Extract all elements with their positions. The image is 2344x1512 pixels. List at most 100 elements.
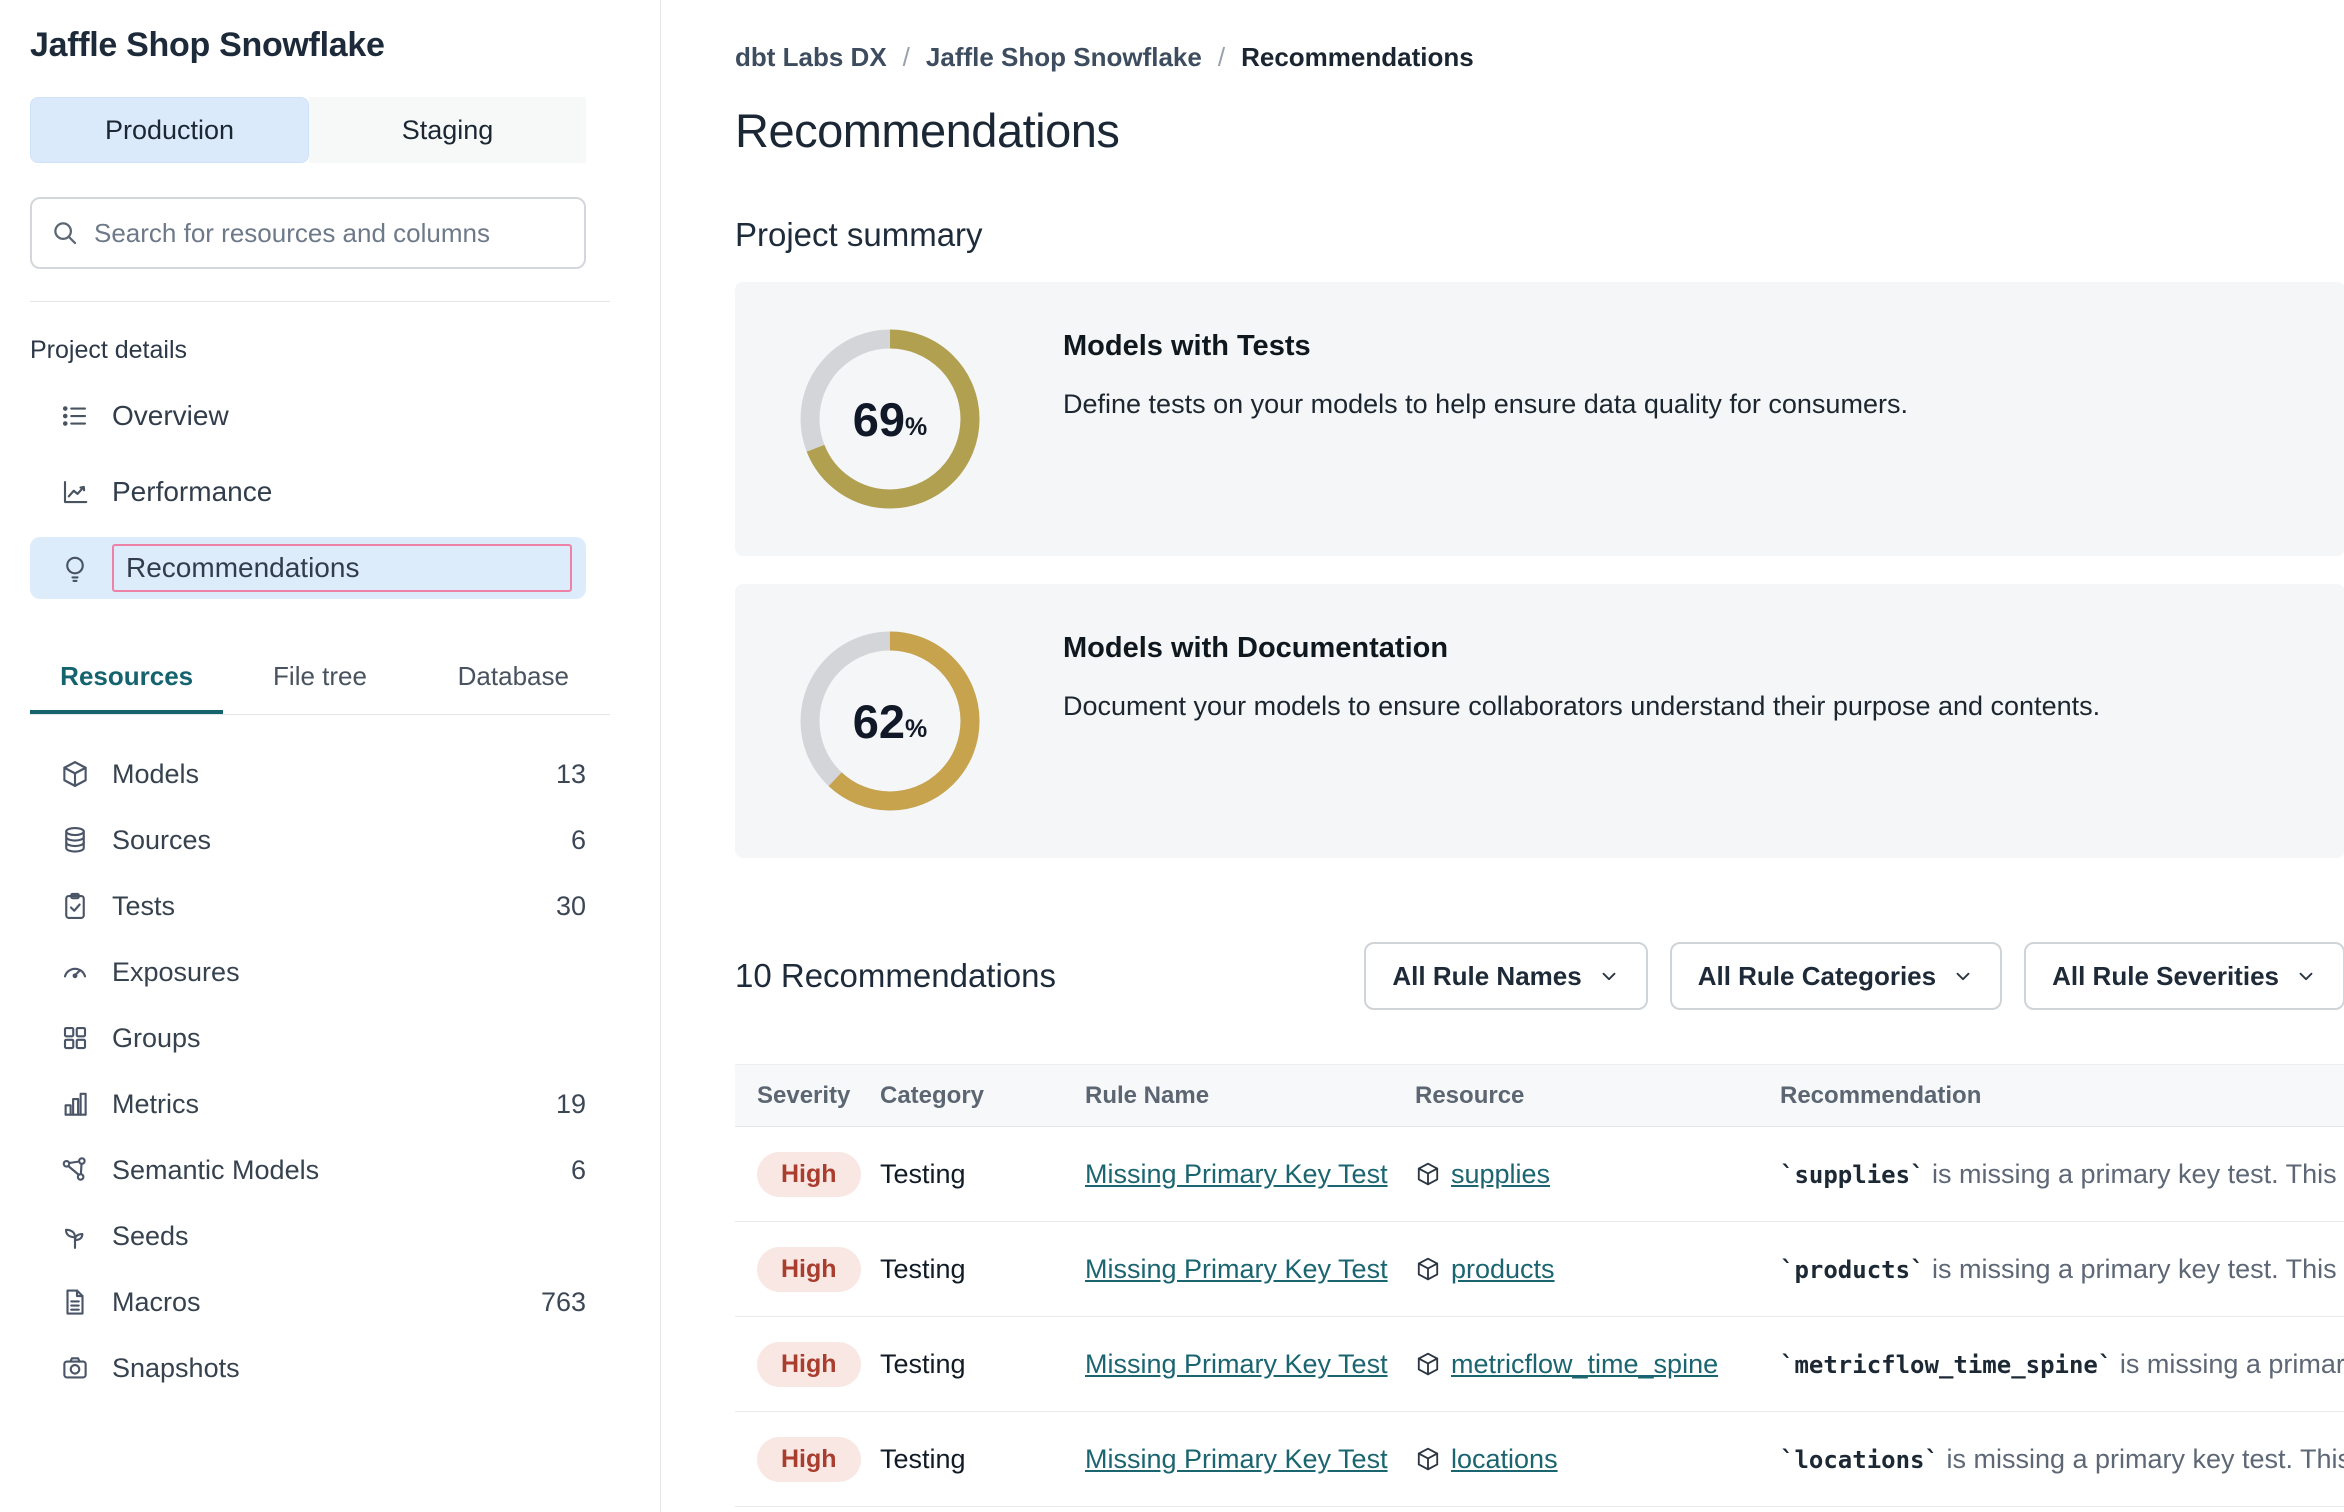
sidebar-item-recommendations[interactable]: Recommendations <box>30 537 586 599</box>
sidebar-item-sources[interactable]: Sources6 <box>30 807 586 873</box>
rule-name-link[interactable]: Missing Primary Key Test <box>1085 1444 1388 1474</box>
category-cell: Testing <box>880 1349 966 1379</box>
filter-dropdown-all-rule-severities[interactable]: All Rule Severities <box>2024 942 2344 1010</box>
resource-count: 13 <box>556 759 586 790</box>
sidebar-item-macros[interactable]: Macros763 <box>30 1269 586 1335</box>
recommendation-text: is missing a primary ke <box>2112 1349 2344 1379</box>
grid-icon <box>60 1023 90 1053</box>
donut-percent-sign: % <box>905 715 927 744</box>
recommendations-count-heading: 10 Recommendations <box>735 957 1056 995</box>
sidebar-item-models[interactable]: Models13 <box>30 741 586 807</box>
resource-link[interactable]: supplies <box>1451 1159 1550 1190</box>
resource-label: Macros <box>112 1287 541 1318</box>
filter-group: All Rule Names All Rule Categories All Rul… <box>1364 942 2344 1010</box>
cube-icon <box>60 759 90 789</box>
resource-link[interactable]: products <box>1451 1254 1555 1285</box>
table-header-row: SeverityCategoryRule NameResourceRecomme… <box>735 1065 2344 1127</box>
search-box[interactable] <box>30 197 586 269</box>
severity-badge: High <box>757 1247 861 1292</box>
environment-tab-production[interactable]: Production <box>30 97 309 163</box>
sidebar-item-groups[interactable]: Groups <box>30 1005 586 1071</box>
list-icon <box>60 401 90 431</box>
sidebar: Jaffle Shop Snowflake ProductionStaging … <box>0 0 661 1512</box>
camera-icon <box>60 1353 90 1383</box>
table-row: High Testing Missing Primary Key Test su… <box>735 1127 2344 1222</box>
severity-badge: High <box>757 1152 861 1197</box>
environment-tab-staging[interactable]: Staging <box>309 97 586 163</box>
tab-database[interactable]: Database <box>417 647 610 714</box>
category-cell: Testing <box>880 1444 966 1474</box>
rule-name-link[interactable]: Missing Primary Key Test <box>1085 1254 1388 1284</box>
breadcrumb-item[interactable]: Jaffle Shop Snowflake <box>926 42 1202 73</box>
resource-count: 6 <box>571 1155 586 1186</box>
chevron-down-icon <box>2295 965 2317 987</box>
clipboard-check-icon <box>60 891 90 921</box>
resource-label: Seeds <box>112 1221 586 1252</box>
resource-count: 19 <box>556 1089 586 1120</box>
gauge-icon <box>60 957 90 987</box>
sprout-icon <box>60 1221 90 1251</box>
breadcrumb-separator: / <box>1218 42 1225 73</box>
summary-card-title: Models with Documentation <box>1063 632 2100 665</box>
resource-label: Semantic Models <box>112 1155 571 1186</box>
table-row: High Testing Missing Primary Key Test me… <box>735 1317 2344 1412</box>
recommendation-code: `metricflow_time_spine` <box>1780 1351 2112 1379</box>
cube-icon <box>1415 1446 1441 1472</box>
lightbulb-icon <box>60 553 90 583</box>
progress-donut: 62 % <box>795 626 985 816</box>
search-input[interactable] <box>94 218 566 249</box>
summary-card: 62 % Models with Documentation Document … <box>735 584 2344 858</box>
cube-icon <box>1415 1351 1441 1377</box>
sidebar-item-snapshots[interactable]: Snapshots <box>30 1335 586 1401</box>
resource-tabs: ResourcesFile treeDatabase <box>30 647 610 715</box>
sidebar-item-label: Performance <box>112 476 272 508</box>
breadcrumb-separator: / <box>903 42 910 73</box>
donut-percent-sign: % <box>905 413 927 442</box>
donut-percent-value: 69 <box>853 392 905 447</box>
donut-percent-value: 62 <box>853 694 905 749</box>
sidebar-item-performance[interactable]: Performance <box>30 461 586 523</box>
sidebar-item-semantic-models[interactable]: Semantic Models6 <box>30 1137 586 1203</box>
recommendation-text: is missing a primary key test. This test <box>1925 1159 2344 1189</box>
project-nav: Overview Performance Recommendations <box>30 385 630 599</box>
filter-label: All Rule Categories <box>1698 961 1936 992</box>
recommendation-text: is missing a primary key test. This tes <box>1939 1444 2344 1474</box>
sidebar-item-tests[interactable]: Tests30 <box>30 873 586 939</box>
recommendation-code: `supplies` <box>1780 1161 1925 1189</box>
main-content: dbt Labs DX / Jaffle Shop Snowflake / Recomm… <box>661 0 2344 1512</box>
table-row: High Testing Missing Primary Key Test pr… <box>735 1222 2344 1317</box>
chevron-down-icon <box>1952 965 1974 987</box>
column-header-category: Category <box>880 1065 1085 1127</box>
sidebar-divider <box>30 301 610 302</box>
resource-label: Tests <box>112 891 556 922</box>
sidebar-item-metrics[interactable]: Metrics19 <box>30 1071 586 1137</box>
breadcrumb-item[interactable]: dbt Labs DX <box>735 42 887 73</box>
tab-file-tree[interactable]: File tree <box>223 647 416 714</box>
resource-label: Exposures <box>112 957 586 988</box>
chart-line-icon <box>60 477 90 507</box>
resource-label: Metrics <box>112 1089 556 1120</box>
column-header-resource: Resource <box>1415 1065 1780 1127</box>
cube-icon <box>1415 1256 1441 1282</box>
rule-name-link[interactable]: Missing Primary Key Test <box>1085 1349 1388 1379</box>
network-icon <box>60 1155 90 1185</box>
recommendation-code: `locations` <box>1780 1446 1939 1474</box>
filter-dropdown-all-rule-categories[interactable]: All Rule Categories <box>1670 942 2002 1010</box>
rule-name-link[interactable]: Missing Primary Key Test <box>1085 1159 1388 1189</box>
sidebar-item-seeds[interactable]: Seeds <box>30 1203 586 1269</box>
summary-card: 69 % Models with Tests Define tests on y… <box>735 282 2344 556</box>
sidebar-item-overview[interactable]: Overview <box>30 385 586 447</box>
page-title: Recommendations <box>735 103 2344 158</box>
filter-dropdown-all-rule-names[interactable]: All Rule Names <box>1364 942 1647 1010</box>
chevron-down-icon <box>1598 965 1620 987</box>
tab-resources[interactable]: Resources <box>30 647 223 714</box>
breadcrumb-item: Recommendations <box>1241 42 1474 73</box>
summary-card-description: Define tests on your models to help ensu… <box>1063 389 1908 420</box>
resource-label: Sources <box>112 825 571 856</box>
severity-badge: High <box>757 1437 861 1482</box>
sidebar-item-exposures[interactable]: Exposures <box>30 939 586 1005</box>
app-root: Jaffle Shop Snowflake ProductionStaging … <box>0 0 2344 1512</box>
resource-link[interactable]: metricflow_time_spine <box>1451 1349 1718 1380</box>
recommendations-table: SeverityCategoryRule NameResourceRecomme… <box>735 1064 2344 1507</box>
resource-link[interactable]: locations <box>1451 1444 1558 1475</box>
